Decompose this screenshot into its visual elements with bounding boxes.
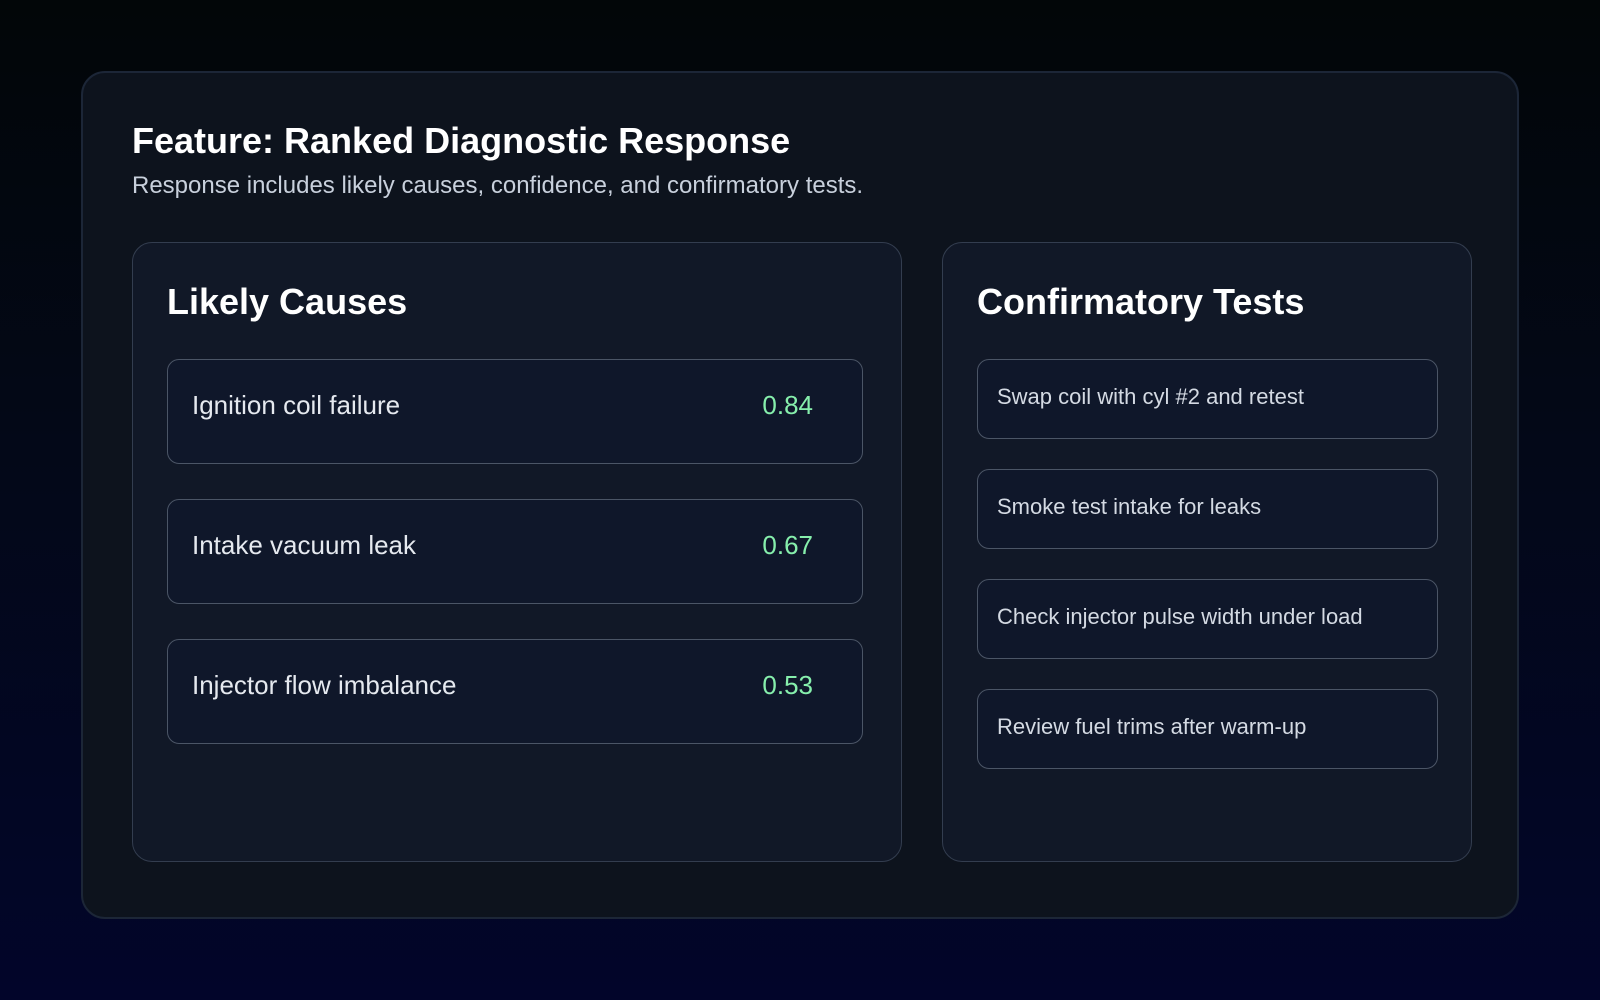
cause-item[interactable]: Injector flow imbalance 0.53 (167, 639, 863, 744)
test-label: Review fuel trims after warm-up (997, 714, 1307, 739)
cause-item[interactable]: Intake vacuum leak 0.67 (167, 499, 863, 604)
confirmatory-tests-title: Confirmatory Tests (977, 281, 1305, 322)
likely-causes-panel: Likely Causes Ignition coil failure 0.84… (132, 242, 902, 862)
page-subtitle: Response includes likely causes, confide… (132, 172, 864, 199)
test-item[interactable]: Swap coil with cyl #2 and retest (977, 359, 1438, 439)
cause-label: Intake vacuum leak (192, 530, 417, 560)
confidence-score: 0.53 (762, 670, 813, 700)
test-label: Smoke test intake for leaks (997, 494, 1262, 519)
confirmatory-tests-panel: Confirmatory Tests Swap coil with cyl #2… (942, 242, 1472, 862)
test-label: Swap coil with cyl #2 and retest (997, 384, 1304, 409)
diagnostic-response-card: Feature: Ranked Diagnostic Response Resp… (81, 71, 1519, 919)
test-item[interactable]: Check injector pulse width under load (977, 579, 1438, 659)
confidence-score: 0.67 (762, 530, 813, 560)
test-item[interactable]: Smoke test intake for leaks (977, 469, 1438, 549)
cause-item[interactable]: Ignition coil failure 0.84 (167, 359, 863, 464)
page-title: Feature: Ranked Diagnostic Response (132, 120, 791, 161)
test-label: Check injector pulse width under load (997, 604, 1363, 629)
likely-causes-title: Likely Causes (167, 281, 408, 322)
cause-label: Injector flow imbalance (192, 670, 457, 700)
test-item[interactable]: Review fuel trims after warm-up (977, 689, 1438, 769)
confidence-score: 0.84 (762, 390, 813, 420)
cause-label: Ignition coil failure (192, 390, 401, 420)
